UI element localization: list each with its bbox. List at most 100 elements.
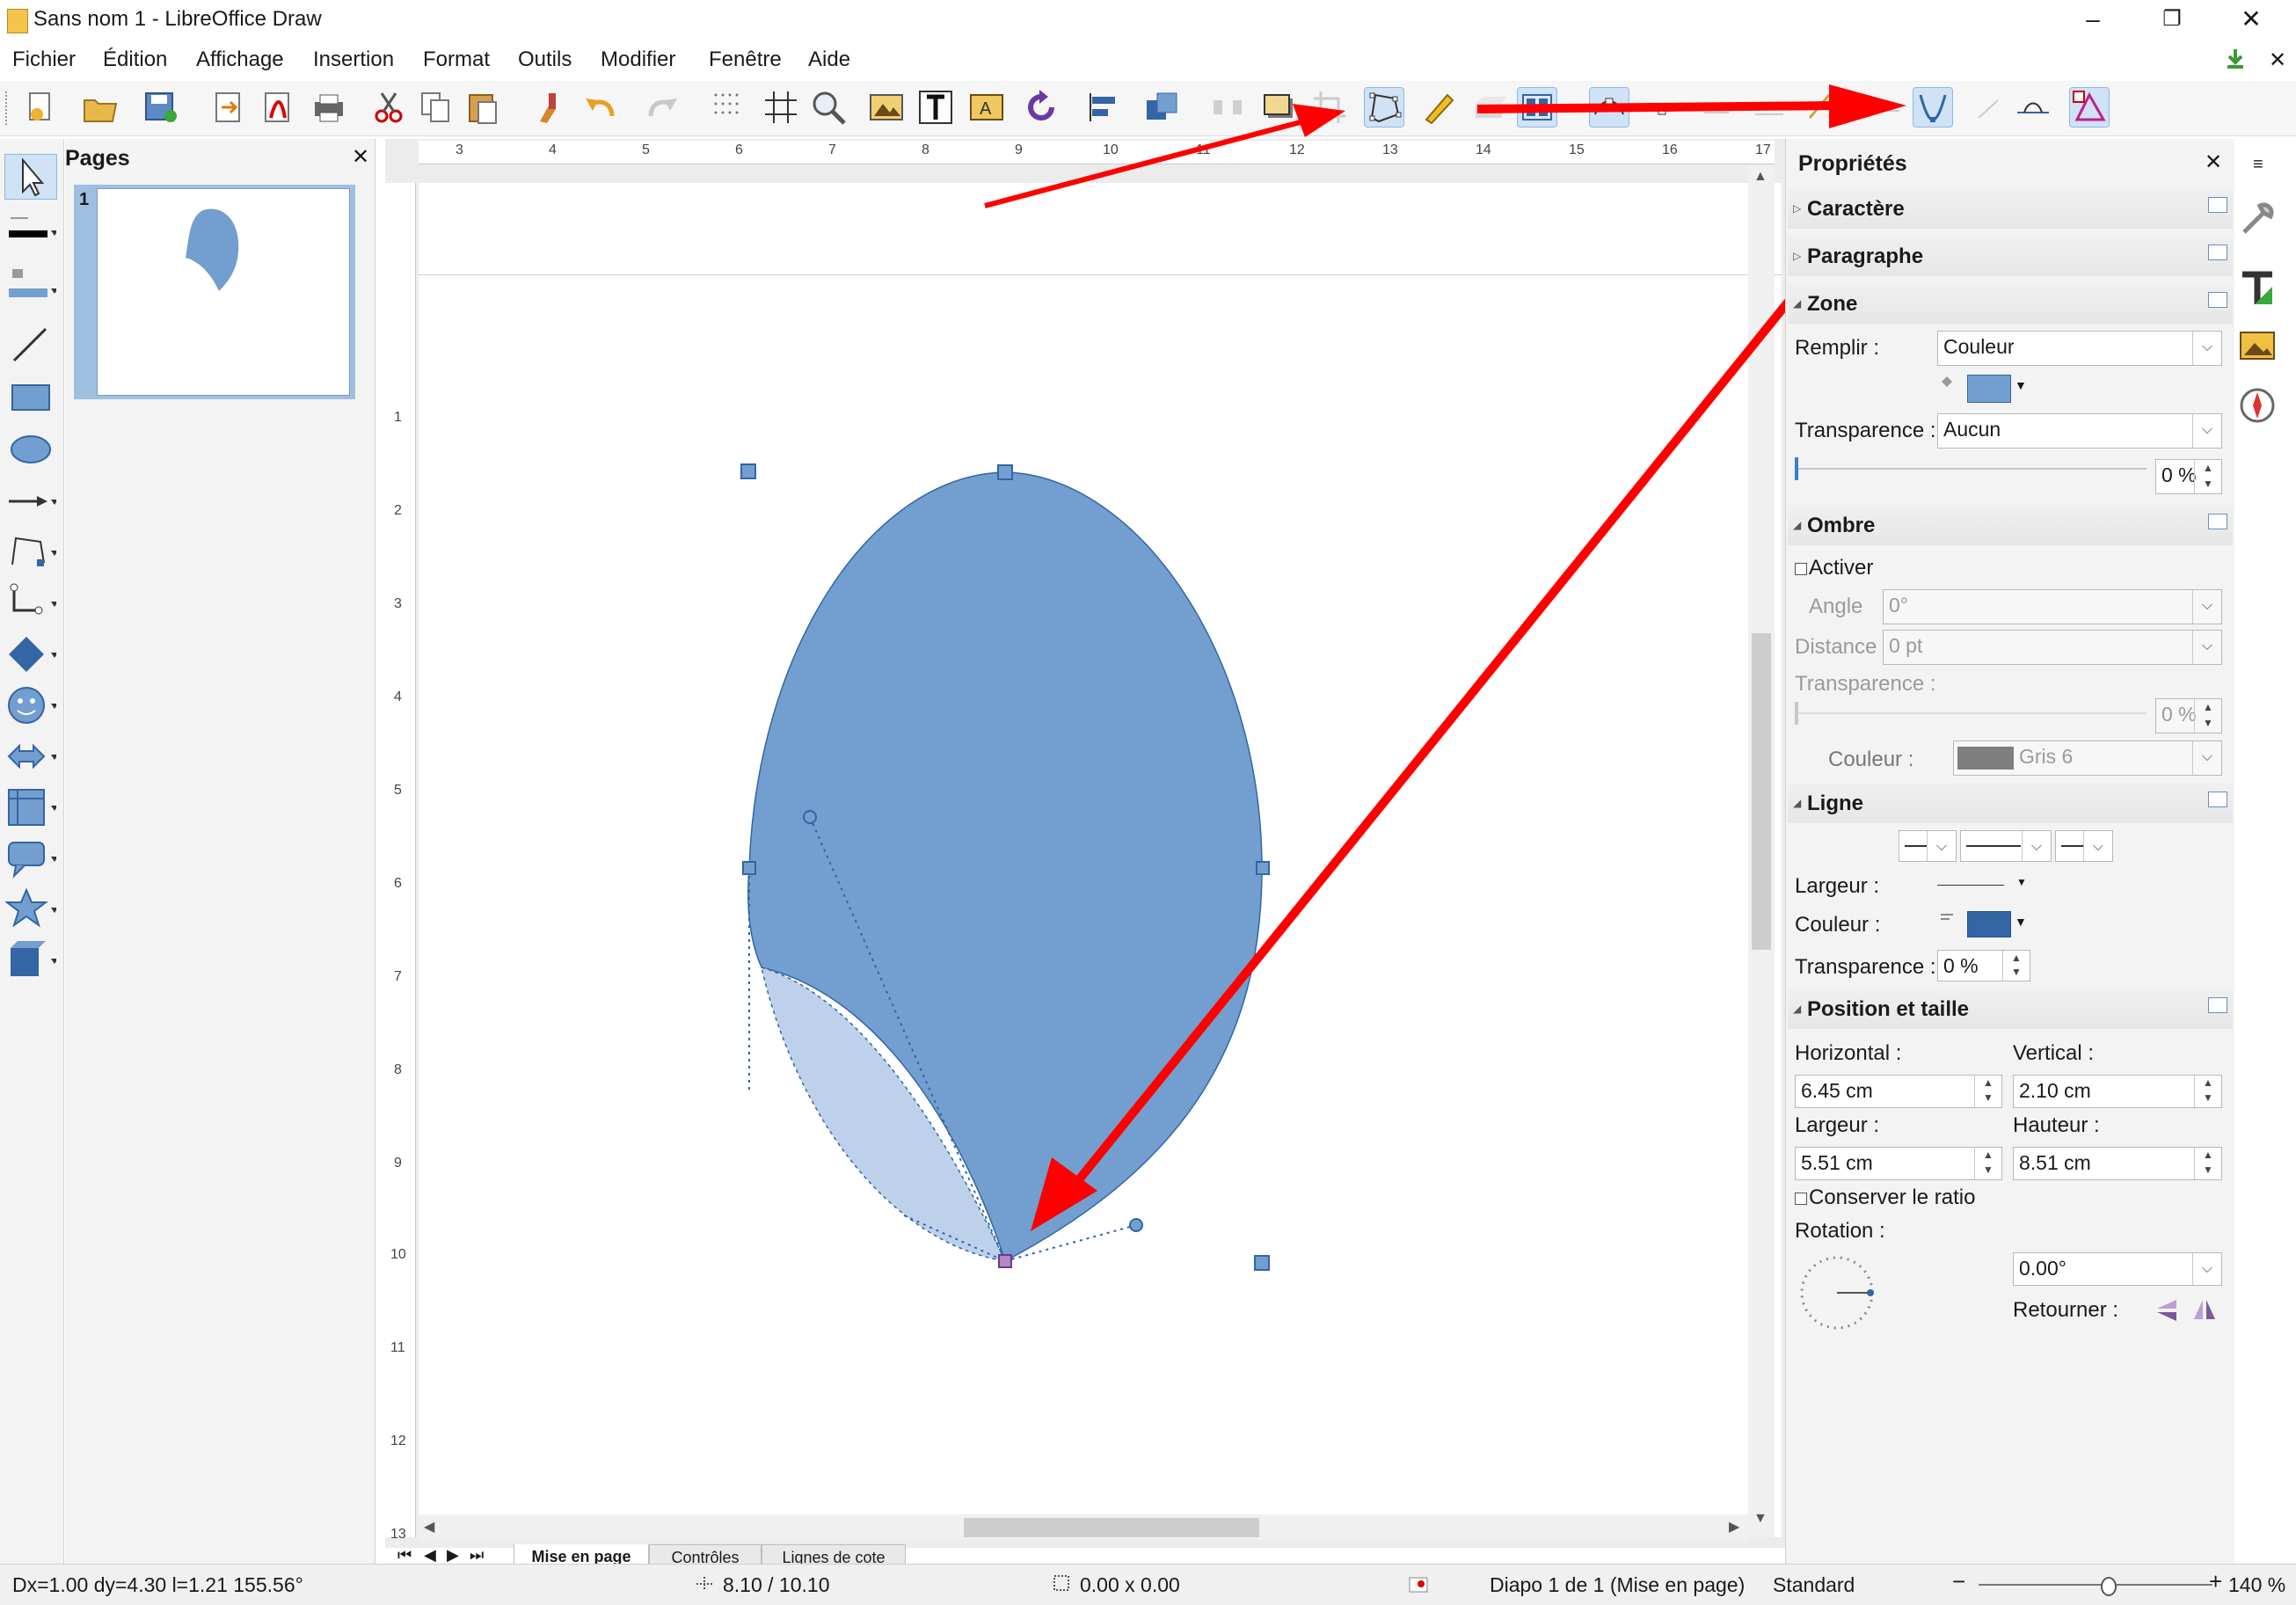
vertical-value: 2.10 cm <box>2019 1079 2091 1102</box>
bounding-corner-handle[interactable] <box>1254 1255 1270 1271</box>
more-options-icon[interactable] <box>2208 197 2227 213</box>
ombre-transparence-percent[interactable]: 0 % ▲ ▼ <box>2155 698 2222 733</box>
section-caractere-title: Caractère <box>1807 197 1905 221</box>
control-point-handle[interactable] <box>803 810 817 824</box>
size-icon <box>1052 1573 1071 1593</box>
slider-thumb[interactable] <box>1795 457 1798 480</box>
navigator-deck-icon[interactable] <box>2237 385 2278 426</box>
activer-label: Activer <box>1809 556 1874 580</box>
remplir-select[interactable]: Couleur ⌵ <box>1937 331 2222 366</box>
horizontal-input[interactable]: 6.45 cm ▲ ▼ <box>1795 1075 2002 1108</box>
horizontal-value: 6.45 cm <box>1801 1079 1873 1102</box>
section-zone[interactable]: ◢ Zone <box>1788 283 2233 324</box>
hauteur-value: 8.51 cm <box>2019 1151 2091 1174</box>
spin-buttons-icon[interactable]: ▲ ▼ <box>2194 460 2221 493</box>
flip-horizontal-icon[interactable] <box>2190 1296 2217 1323</box>
line-color-icon <box>1939 911 1955 927</box>
zoom-slider-thumb[interactable] <box>2101 1577 2117 1596</box>
section-paragraphe[interactable]: ▷ Paragraphe <box>1788 236 2233 276</box>
section-position-taille[interactable]: ◢ Position et taille <box>1788 989 2233 1029</box>
ligne-transparence-spin[interactable]: 0 % ▲ ▼ <box>1937 950 2030 981</box>
vertical-input[interactable]: 2.10 cm ▲ ▼ <box>2013 1075 2222 1108</box>
properties-deck-icon[interactable] <box>2237 199 2278 239</box>
more-options-icon[interactable] <box>2208 292 2227 308</box>
more-options-icon[interactable] <box>2208 997 2227 1013</box>
spin-buttons-icon[interactable]: ▲ ▼ <box>1974 1076 2001 1107</box>
bezier-point-handle[interactable] <box>1256 861 1270 875</box>
retourner-label: Retourner : <box>2013 1298 2119 1322</box>
conserver-ratio-checkbox[interactable] <box>1795 1193 1807 1205</box>
sidebar-menu-icon[interactable]: ≡ <box>2253 155 2263 175</box>
line-style-preview-icon <box>1966 845 2021 847</box>
status-position: 8.10 / 10.10 <box>723 1573 830 1596</box>
zone-transparence-slider[interactable] <box>1795 457 2147 480</box>
slider-track <box>1795 712 2147 714</box>
collapse-triangle-icon: ◢ <box>1793 797 1802 809</box>
bezier-point-handle[interactable] <box>742 861 756 875</box>
distance-select[interactable]: 0 pt ⌵ <box>1883 630 2222 665</box>
spin-buttons-icon[interactable]: ▲ ▼ <box>2194 1076 2221 1107</box>
largeur-input[interactable]: 5.51 cm ▲ ▼ <box>1795 1147 2002 1180</box>
chevron-down-icon: ⌵ <box>2192 332 2221 365</box>
line-width-dropdown[interactable]: ▼ <box>1937 874 2034 901</box>
spin-buttons-icon[interactable]: ▲ ▼ <box>1974 1148 2001 1179</box>
more-options-icon[interactable] <box>2208 792 2227 807</box>
document-modified-icon[interactable] <box>1409 1577 1428 1593</box>
styles-deck-icon[interactable] <box>2237 269 2278 310</box>
spin-buttons-icon[interactable]: ▲ ▼ <box>2002 951 2030 981</box>
line-width-preview-icon <box>1937 885 2004 886</box>
line-start-style-select[interactable]: ⌵ <box>1899 830 1957 862</box>
ombre-couleur-select[interactable]: Gris 6 ⌵ <box>1953 740 2222 776</box>
distance-label: Distance <box>1795 635 1877 659</box>
remplir-value: Couleur <box>1943 335 2015 358</box>
section-caractere[interactable]: ▷ Caractère <box>1788 188 2233 229</box>
rotation-dial[interactable] <box>1795 1251 1879 1335</box>
chevron-down-icon: ⌵ <box>2192 1253 2221 1285</box>
section-position-title: Position et taille <box>1807 997 1970 1021</box>
activer-checkbox[interactable] <box>1795 563 1807 575</box>
line-style-select[interactable]: ⌵ <box>1960 830 2052 862</box>
flip-vertical-icon[interactable] <box>2154 1296 2180 1323</box>
bezier-point-handle[interactable] <box>997 464 1013 480</box>
section-ligne[interactable]: ◢ Ligne <box>1788 783 2233 823</box>
section-ombre[interactable]: ◢ Ombre <box>1788 505 2233 545</box>
zone-transparence-percent[interactable]: 0 % ▲ ▼ <box>2155 459 2222 494</box>
control-point-handle[interactable] <box>1129 1218 1143 1232</box>
section-zone-title: Zone <box>1807 292 1858 316</box>
selected-bezier-point[interactable] <box>998 1254 1012 1268</box>
position-icon <box>695 1575 714 1593</box>
hauteur-label: Hauteur : <box>2013 1113 2100 1137</box>
line-color-dropdown-icon[interactable]: ▼ <box>2015 915 2027 929</box>
zoom-out-button[interactable]: − <box>1952 1568 1965 1595</box>
angle-select[interactable]: 0° ⌵ <box>1883 589 2222 624</box>
slider-thumb[interactable] <box>1795 702 1798 725</box>
line-style-preview-icon <box>2061 845 2084 847</box>
zoom-in-button[interactable]: + <box>2209 1568 2222 1595</box>
collapse-triangle-icon: ◢ <box>1793 519 1802 531</box>
status-zoom[interactable]: 140 % <box>2228 1573 2285 1597</box>
ombre-transparence-slider[interactable] <box>1795 702 2147 725</box>
spin-buttons-icon[interactable]: ▲ ▼ <box>2194 1148 2221 1179</box>
line-color-swatch[interactable] <box>1967 911 2011 937</box>
zone-transparence-select[interactable]: Aucun ⌵ <box>1937 413 2222 449</box>
line-end-style-select[interactable]: ⌵ <box>2055 830 2113 862</box>
properties-sidebar: Propriétés ✕ ▷ Caractère ▷ Paragraphe ◢ … <box>1785 139 2234 1564</box>
hauteur-input[interactable]: 8.51 cm ▲ ▼ <box>2013 1147 2222 1180</box>
horizontal-label: Horizontal : <box>1795 1041 1902 1065</box>
section-ombre-title: Ombre <box>1807 514 1876 537</box>
fill-color-swatch[interactable] <box>1967 375 2011 403</box>
bounding-corner-handle[interactable] <box>740 463 756 479</box>
gallery-deck-icon[interactable] <box>2237 325 2278 366</box>
ombre-transparence-label: Transparence : <box>1795 672 1936 696</box>
sidebar-close-button[interactable]: ✕ <box>2205 150 2222 175</box>
ombre-couleur-swatch <box>1957 747 2014 770</box>
rotation-select[interactable]: 0.00° ⌵ <box>2013 1252 2222 1286</box>
selected-bezier-shape[interactable] <box>747 471 1263 1263</box>
zoom-slider[interactable] <box>1979 1577 2212 1596</box>
fill-color-dropdown-icon[interactable]: ▼ <box>2015 378 2027 392</box>
more-options-icon[interactable] <box>2208 244 2227 260</box>
more-options-icon[interactable] <box>2208 514 2227 529</box>
chevron-down-icon: ⌵ <box>2022 831 2051 861</box>
spin-buttons-icon[interactable]: ▲ ▼ <box>2194 699 2221 733</box>
ligne-couleur-label: Couleur : <box>1795 913 1881 937</box>
